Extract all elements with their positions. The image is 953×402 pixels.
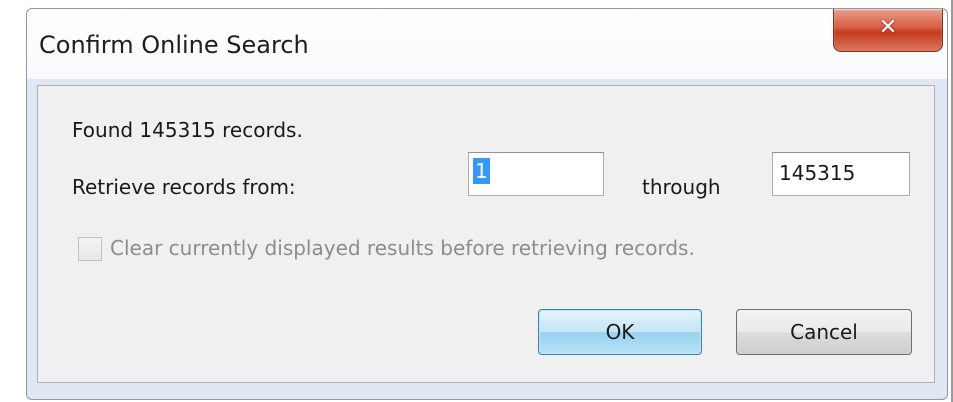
clear-results-checkbox[interactable] (78, 237, 102, 261)
to-record-value: 145315 (779, 161, 856, 185)
from-record-input[interactable]: 1 (468, 152, 604, 196)
window-title: Confirm Online Search (39, 31, 309, 59)
to-record-input[interactable]: 145315 (772, 152, 910, 196)
from-record-value: 1 (473, 158, 490, 184)
confirm-dialog: Confirm Online Search ✕ Found 145315 rec… (26, 8, 948, 400)
title-bar[interactable]: Confirm Online Search ✕ (27, 9, 947, 79)
close-button[interactable]: ✕ (833, 9, 943, 52)
close-icon: ✕ (878, 15, 898, 40)
dialog-body: Found 145315 records. Retrieve records f… (37, 85, 935, 383)
through-label: through (642, 175, 721, 199)
cancel-button[interactable]: Cancel (736, 309, 912, 355)
screen: Confirm Online Search ✕ Found 145315 rec… (0, 0, 953, 402)
ok-button[interactable]: OK (538, 309, 702, 355)
clear-results-label: Clear currently displayed results before… (110, 236, 695, 260)
found-records-text: Found 145315 records. (72, 118, 303, 142)
retrieve-from-label: Retrieve records from: (72, 175, 296, 199)
